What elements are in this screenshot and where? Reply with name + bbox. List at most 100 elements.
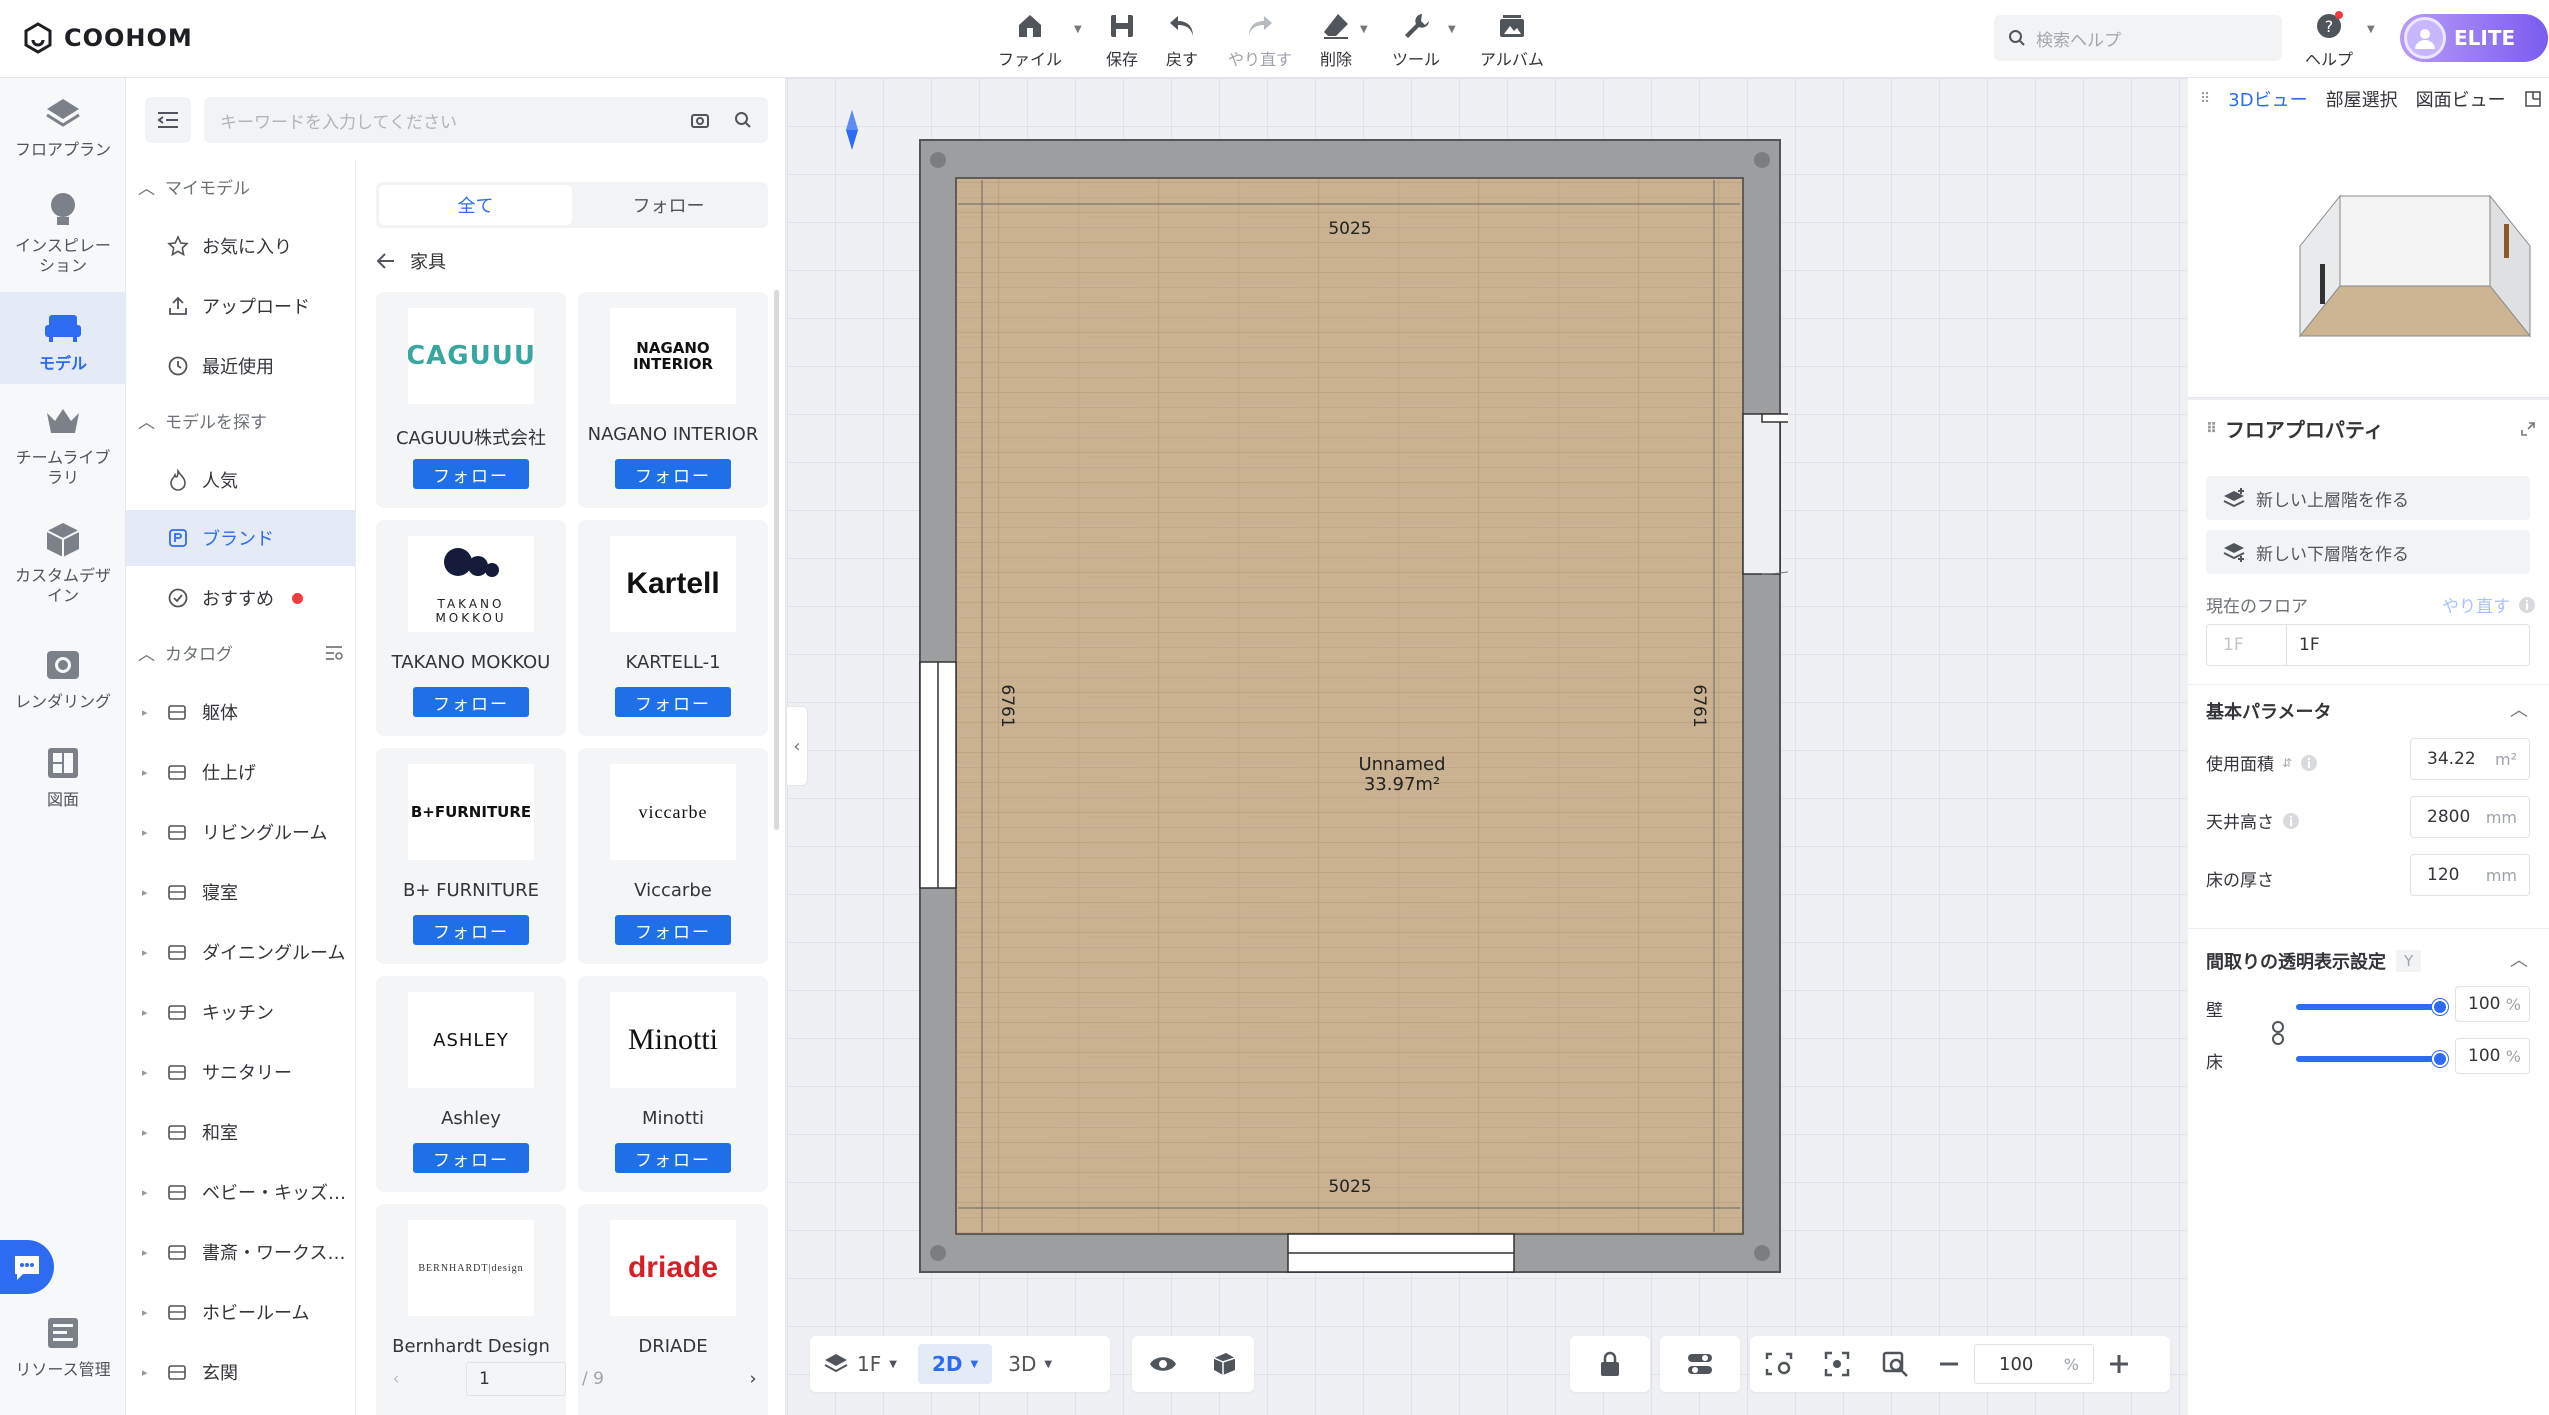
catalog-item[interactable]: ▸ 仕上げ — [126, 742, 355, 802]
follow-button[interactable]: フォロー — [615, 687, 731, 717]
eye-icon[interactable] — [1148, 1353, 1178, 1375]
chevron-down-icon[interactable]: ▼ — [1074, 24, 1082, 35]
chevron-up-icon[interactable]: ︿ — [2510, 696, 2528, 722]
caret-right-icon[interactable]: ▸ — [142, 1366, 152, 1379]
follow-button[interactable]: フォロー — [615, 1143, 731, 1173]
nav-rendering[interactable]: レンダリング — [0, 644, 126, 716]
cube-icon[interactable] — [1210, 1350, 1238, 1378]
catalog-item[interactable]: ▸ 和室 — [126, 1102, 355, 1162]
dim-right-label[interactable]: 6761 — [1689, 684, 1709, 727]
follow-button[interactable]: フォロー — [615, 459, 731, 489]
caret-right-icon[interactable]: ▸ — [142, 706, 152, 719]
section-my-models[interactable]: ︿ マイモデル — [138, 174, 250, 199]
tab-3d-view[interactable]: 3Dビュー — [2228, 86, 2307, 112]
catalog-item[interactable]: ▸ 寝室 — [126, 862, 355, 922]
sort-icon[interactable]: ⇵ — [2282, 756, 2292, 770]
zoom-in-button[interactable] — [2094, 1336, 2144, 1392]
panel-collapse-button[interactable] — [145, 97, 191, 143]
corner-node[interactable] — [930, 1245, 946, 1261]
tab-all[interactable]: 全て — [379, 185, 572, 225]
category-favorites[interactable]: お気に入り — [126, 218, 355, 274]
file-menu-button[interactable]: ファイル — [998, 10, 1062, 70]
catalog-item[interactable]: ▸ サニタリー — [126, 1042, 355, 1102]
dim-left-label[interactable]: 6761 — [997, 684, 1017, 727]
caret-right-icon[interactable]: ▸ — [142, 1306, 152, 1319]
new-upper-floor-button[interactable]: 新しい上層階を作る — [2206, 476, 2530, 520]
room-name-label[interactable]: Unnamed — [1358, 754, 1445, 775]
floor-name-input[interactable]: 1F 1F — [2206, 624, 2530, 666]
brand-card[interactable]: NAGANO INTERIOR NAGANO INTERIOR フォロー — [578, 292, 768, 508]
caret-right-icon[interactable]: ▸ — [142, 886, 152, 899]
redo-button[interactable]: やり直す — [1228, 10, 1292, 70]
tools-menu-button[interactable]: ツール — [1392, 10, 1440, 70]
wall-opacity-input[interactable]: 100% — [2455, 986, 2530, 1022]
nav-inspiration[interactable]: インスピレーション — [0, 188, 126, 278]
caret-right-icon[interactable]: ▸ — [142, 826, 152, 839]
floor-opacity-input[interactable]: 100% — [2455, 1038, 2530, 1074]
filter-settings-icon[interactable] — [324, 644, 344, 662]
room-3d-preview[interactable] — [2290, 186, 2540, 356]
catalog-item[interactable]: ▸ 玄関 — [126, 1342, 355, 1402]
floor-opacity-handle[interactable] — [2432, 1051, 2448, 1067]
nav-floorplan[interactable]: フロアプラン — [0, 92, 126, 162]
toggle-settings-icon[interactable] — [1686, 1352, 1714, 1376]
breadcrumb[interactable]: 家具 — [376, 248, 446, 274]
brand-card[interactable]: ASHLEY Ashley フォロー — [376, 976, 566, 1192]
nav-drawing[interactable]: 図面 — [0, 742, 126, 814]
drag-handle-icon[interactable]: ⠿ — [2200, 91, 2210, 107]
ceiling-height-input[interactable]: 2800 mm — [2410, 796, 2530, 838]
help-search-input[interactable]: 検索ヘルプ — [1994, 15, 2282, 61]
category-brand[interactable]: ブランド — [126, 510, 355, 566]
search-icon[interactable] — [734, 111, 752, 129]
brand-card[interactable]: CAGUUU CAGUUU株式会社 フォロー — [376, 292, 566, 508]
expand-icon[interactable] — [2520, 421, 2536, 437]
brand-grid-scrollbar[interactable] — [774, 290, 779, 830]
basic-params-header[interactable]: 基本パラメータ — [2206, 698, 2331, 724]
corner-node[interactable] — [930, 152, 946, 168]
section-catalog[interactable]: ︿ カタログ — [138, 640, 344, 665]
wall-opacity-handle[interactable] — [2432, 999, 2448, 1015]
brand-card[interactable]: Minotti Minotti フォロー — [578, 976, 768, 1192]
catalog-item[interactable]: ▸ キッチン — [126, 982, 355, 1042]
brand-card[interactable]: viccarbe Viccarbe フォロー — [578, 748, 768, 964]
nav-team-library[interactable]: チームライブラリ — [0, 400, 126, 492]
delete-button[interactable]: 削除 — [1320, 10, 1352, 70]
minimize-icon[interactable] — [2524, 90, 2542, 108]
prev-page-button[interactable]: ‹ — [376, 1369, 416, 1389]
drag-handle-icon[interactable]: ⠿ — [2206, 421, 2217, 437]
fit-button[interactable] — [1750, 1336, 1808, 1392]
tab-plan-view[interactable]: 図面ビュー — [2416, 86, 2506, 112]
floor-thickness-input[interactable]: 120 mm — [2410, 854, 2530, 896]
follow-button[interactable]: フォロー — [413, 915, 529, 945]
brand-card[interactable]: TAKANO MOKKOU TAKANO MOKKOU フォロー — [376, 520, 566, 736]
zoom-area-button[interactable] — [1866, 1336, 1924, 1392]
chevron-down-icon[interactable]: ▼ — [1360, 24, 1368, 35]
caret-right-icon[interactable]: ▸ — [142, 1006, 152, 1019]
save-button[interactable]: 保存 — [1106, 10, 1138, 70]
catalog-item[interactable]: ▸ ベビー・キッズ… — [126, 1162, 355, 1222]
arrow-left-icon[interactable] — [376, 252, 396, 270]
caret-right-icon[interactable]: ▸ — [142, 1246, 152, 1259]
page-number-input[interactable]: 1 — [466, 1362, 566, 1396]
camera-search-icon[interactable] — [690, 111, 710, 129]
help-button[interactable]: ? ヘルプ — [2305, 10, 2353, 70]
undo-button[interactable]: 戻す — [1166, 10, 1198, 70]
tab-room-select[interactable]: 部屋選択 — [2326, 86, 2398, 112]
follow-button[interactable]: フォロー — [413, 459, 529, 489]
nav-custom-design[interactable]: カスタムデザイン — [0, 518, 126, 610]
chat-button[interactable] — [0, 1240, 54, 1294]
corner-node[interactable] — [1754, 1245, 1770, 1261]
zoom-out-button[interactable] — [1924, 1336, 1974, 1392]
nav-resource-management[interactable]: リソース管理 — [0, 1312, 126, 1386]
category-upload[interactable]: アップロード — [126, 278, 355, 334]
brand-card[interactable]: Kartell KARTELL-1 フォロー — [578, 520, 768, 736]
focus-button[interactable] — [1808, 1336, 1866, 1392]
transparency-header[interactable]: 間取りの透明表示設定 Y — [2206, 948, 2422, 974]
new-lower-floor-button[interactable]: 新しい下層階を作る — [2206, 530, 2530, 574]
caret-right-icon[interactable]: ▸ — [142, 1126, 152, 1139]
usable-area-input[interactable]: 34.22 m² — [2410, 738, 2530, 780]
door-panel[interactable] — [1761, 413, 1788, 423]
category-popular[interactable]: 人気 — [126, 452, 355, 508]
corner-node[interactable] — [1754, 152, 1770, 168]
catalog-item[interactable]: ▸ ホビールーム — [126, 1282, 355, 1342]
